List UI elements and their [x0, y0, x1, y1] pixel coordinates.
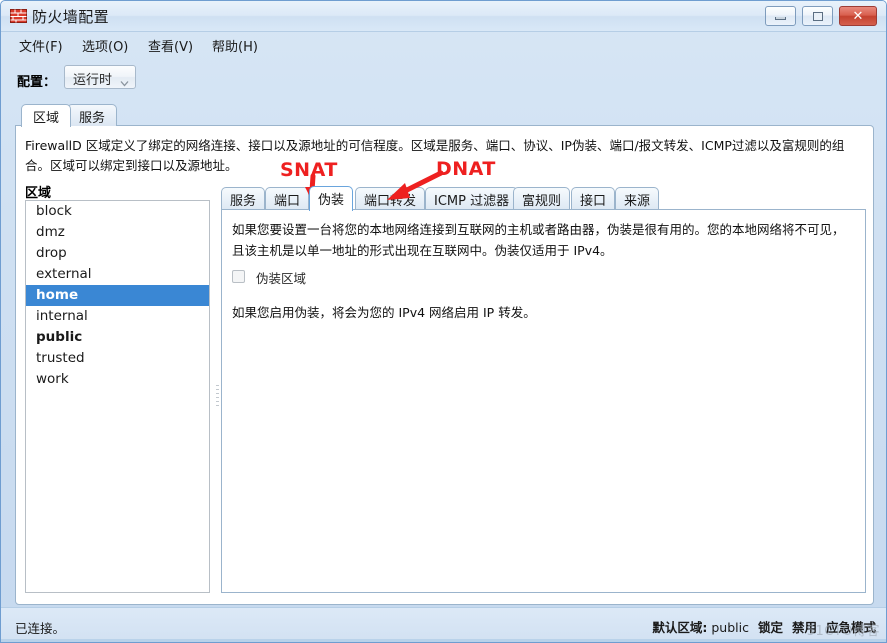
- connection-status: 已连接。: [15, 621, 66, 636]
- tab-masquerade[interactable]: 伪装: [309, 186, 354, 211]
- tab-ports[interactable]: 端口: [265, 187, 310, 210]
- tab-interfaces[interactable]: 接口: [571, 187, 616, 210]
- close-button[interactable]: ✕: [839, 6, 877, 26]
- tab-zones-label: 区域: [33, 111, 60, 126]
- list-item-selected[interactable]: home: [26, 285, 209, 306]
- tab-services-label: 服务: [79, 111, 106, 126]
- masquerade-panel: 如果您要设置一台将您的本地网络连接到互联网的主机或者路由器，伪装是很有用的。您的…: [221, 209, 866, 593]
- masquerade-checkbox-label: 伪装区域: [256, 271, 307, 286]
- tab-sources[interactable]: 来源: [615, 187, 660, 210]
- tab-label: 伪装: [318, 193, 345, 208]
- tab-zones[interactable]: 区域: [21, 104, 72, 127]
- zone-detail-area: 服务 端口 伪装 端口转发 ICMP 过滤器 富规则 接口 来源 如果您要设置一…: [221, 186, 866, 593]
- list-item[interactable]: trusted: [26, 348, 209, 369]
- list-item-default[interactable]: public: [26, 327, 209, 348]
- zones-panel: FirewallD 区域定义了绑定的网络连接、接口以及源地址的可信程度。区域是服…: [15, 125, 874, 605]
- menu-item-help[interactable]: 帮助(H): [208, 35, 262, 55]
- tab-rich-rules[interactable]: 富规则: [513, 187, 571, 210]
- list-item[interactable]: drop: [26, 243, 209, 264]
- list-item[interactable]: block: [26, 201, 209, 222]
- configuration-value: 运行时: [73, 73, 113, 88]
- tab-icmp-filter[interactable]: ICMP 过滤器: [425, 187, 519, 210]
- masquerade-description: 如果您要设置一台将您的本地网络连接到互联网的主机或者路由器，伪装是很有用的。您的…: [232, 222, 845, 258]
- default-zone-value: public: [711, 620, 749, 635]
- panel-splitter[interactable]: [215, 200, 220, 593]
- site-watermark: 51CTO博客: [806, 624, 880, 639]
- masquerade-note: 如果您启用伪装，将会为您的 IPv4 网络启用 IP 转发。: [232, 305, 536, 320]
- tab-label: 接口: [580, 194, 607, 209]
- tab-label: 端口转发: [364, 194, 417, 209]
- list-item[interactable]: external: [26, 264, 209, 285]
- title-bar: 防火墙配置 ✕: [1, 1, 886, 32]
- configuration-label: 配置：: [17, 75, 57, 90]
- window-bottom-edge: [1, 639, 886, 642]
- chevron-down-icon: [120, 73, 129, 87]
- inner-tab-bar: 服务 端口 伪装 端口转发 ICMP 过滤器 富规则 接口 来源: [221, 186, 866, 211]
- minimize-button[interactable]: [765, 6, 796, 26]
- tab-label: 端口: [274, 194, 301, 209]
- tab-label: 富规则: [522, 194, 562, 209]
- tab-port-forwarding[interactable]: 端口转发: [355, 187, 426, 210]
- snat-annotation-label: SNAT: [280, 159, 338, 181]
- maximize-icon: [803, 7, 832, 25]
- minimize-icon: [766, 7, 795, 25]
- firewall-brick-icon: [10, 8, 27, 24]
- configuration-select[interactable]: 运行时: [64, 65, 136, 89]
- tab-label: ICMP 过滤器: [434, 194, 510, 209]
- tab-label: 来源: [624, 194, 651, 209]
- list-item[interactable]: work: [26, 369, 209, 390]
- splitter-grip-icon: [216, 385, 219, 407]
- menu-item-view[interactable]: 查看(V): [144, 35, 197, 55]
- maximize-button[interactable]: [802, 6, 833, 26]
- menu-item-file[interactable]: 文件(F): [15, 35, 67, 55]
- tab-services-inner[interactable]: 服务: [221, 187, 266, 210]
- menu-bar: 文件(F) 选项(O) 查看(V) 帮助(H): [1, 32, 886, 56]
- close-icon: ✕: [852, 8, 864, 24]
- masquerade-checkbox[interactable]: [232, 270, 245, 283]
- status-bar: 已连接。 默认区域: public 锁定 禁用 应急模式 51CTO博客: [1, 607, 886, 642]
- firewall-config-window: 防火墙配置 ✕ 文件(F) 选项(O) 查看(V) 帮助(H) 配置： 运行时 …: [0, 0, 887, 643]
- menu-item-options[interactable]: 选项(O): [78, 35, 132, 55]
- lock-status: 锁定: [757, 620, 783, 635]
- tab-label: 服务: [230, 194, 257, 209]
- list-item[interactable]: internal: [26, 306, 209, 327]
- dnat-annotation-label: DNAT: [436, 158, 496, 180]
- window-title: 防火墙配置: [32, 8, 110, 26]
- zone-list-heading: 区域: [25, 186, 52, 201]
- tab-services[interactable]: 服务: [67, 104, 118, 126]
- default-zone-label: 默认区域:: [652, 620, 708, 635]
- zone-list[interactable]: block dmz drop external home internal pu…: [25, 200, 210, 593]
- list-item[interactable]: dmz: [26, 222, 209, 243]
